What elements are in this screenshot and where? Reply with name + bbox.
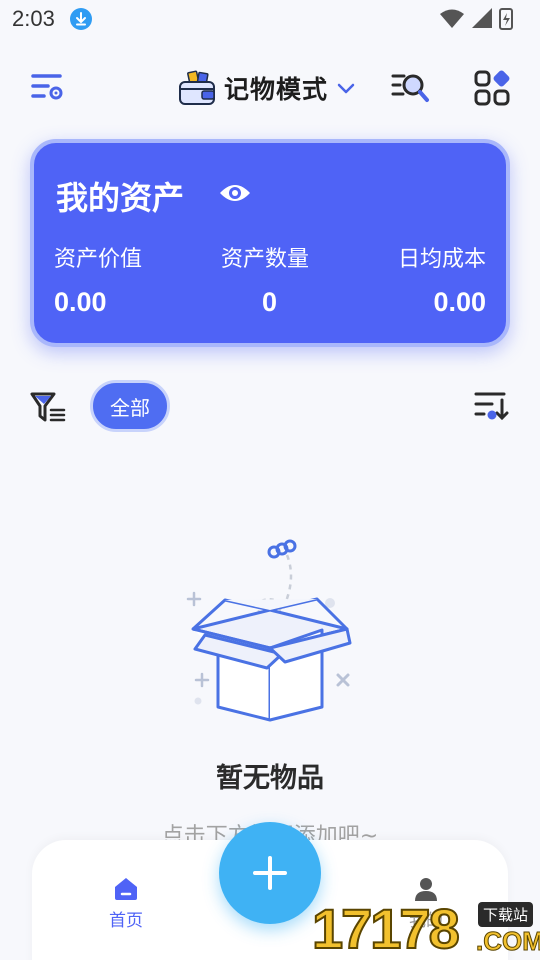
mode-title: 记物模式 <box>224 75 329 104</box>
plus-icon <box>253 856 287 890</box>
eye-icon[interactable] <box>218 181 252 205</box>
watermark-suffix: .COM <box>476 926 540 957</box>
grid-menu-button[interactable] <box>474 70 510 106</box>
grid-icon <box>474 70 510 106</box>
download-icon <box>70 8 92 30</box>
watermark-digits: 17178 <box>311 896 461 960</box>
status-time: 2:03 <box>12 6 55 31</box>
asset-card: 我的资产 资产价值 资产数量 日均成本 0.00 0 0.00 <box>30 139 510 347</box>
daily-cost: 0.00 <box>433 287 486 317</box>
asset-count-label: 资产数量 <box>221 247 310 272</box>
empty-state-title: 暂无物品 <box>216 763 324 794</box>
filter-icon <box>30 392 66 422</box>
sort-icon <box>474 392 509 421</box>
watermark-tag: 下载站 <box>478 902 534 927</box>
menu-settings-icon <box>31 74 63 100</box>
signal-icon <box>472 8 492 28</box>
top-bar: 记物模式 <box>0 62 540 114</box>
daily-cost-label: 日均成本 <box>397 247 486 272</box>
add-item-button[interactable] <box>219 822 321 924</box>
asset-value-label: 资产价值 <box>54 247 143 272</box>
mode-selector[interactable]: 记物模式 <box>178 66 356 110</box>
nav-home[interactable]: 首页 <box>96 876 156 936</box>
wallet-icon <box>179 70 215 105</box>
menu-settings-button[interactable] <box>30 72 66 102</box>
status-bar: 2:03 <box>0 0 540 40</box>
wifi-icon <box>440 9 464 28</box>
watermark-logo: 17178 下载站 .COM <box>311 896 540 960</box>
nav-home-label: 首页 <box>109 911 143 931</box>
status-icons <box>440 8 513 30</box>
asset-value: 0.00 <box>54 287 107 317</box>
chevron-down-icon <box>337 83 355 94</box>
sort-button[interactable] <box>474 390 510 424</box>
search-list-icon <box>391 74 429 102</box>
search-button[interactable] <box>390 70 430 104</box>
asset-card-title: 我的资产 <box>56 179 185 217</box>
filter-button[interactable] <box>30 392 66 424</box>
home-icon <box>115 878 137 900</box>
empty-box-illustration <box>186 539 352 722</box>
asset-count: 0 <box>262 287 278 317</box>
filter-chip-all[interactable]: 全部 <box>90 380 170 432</box>
